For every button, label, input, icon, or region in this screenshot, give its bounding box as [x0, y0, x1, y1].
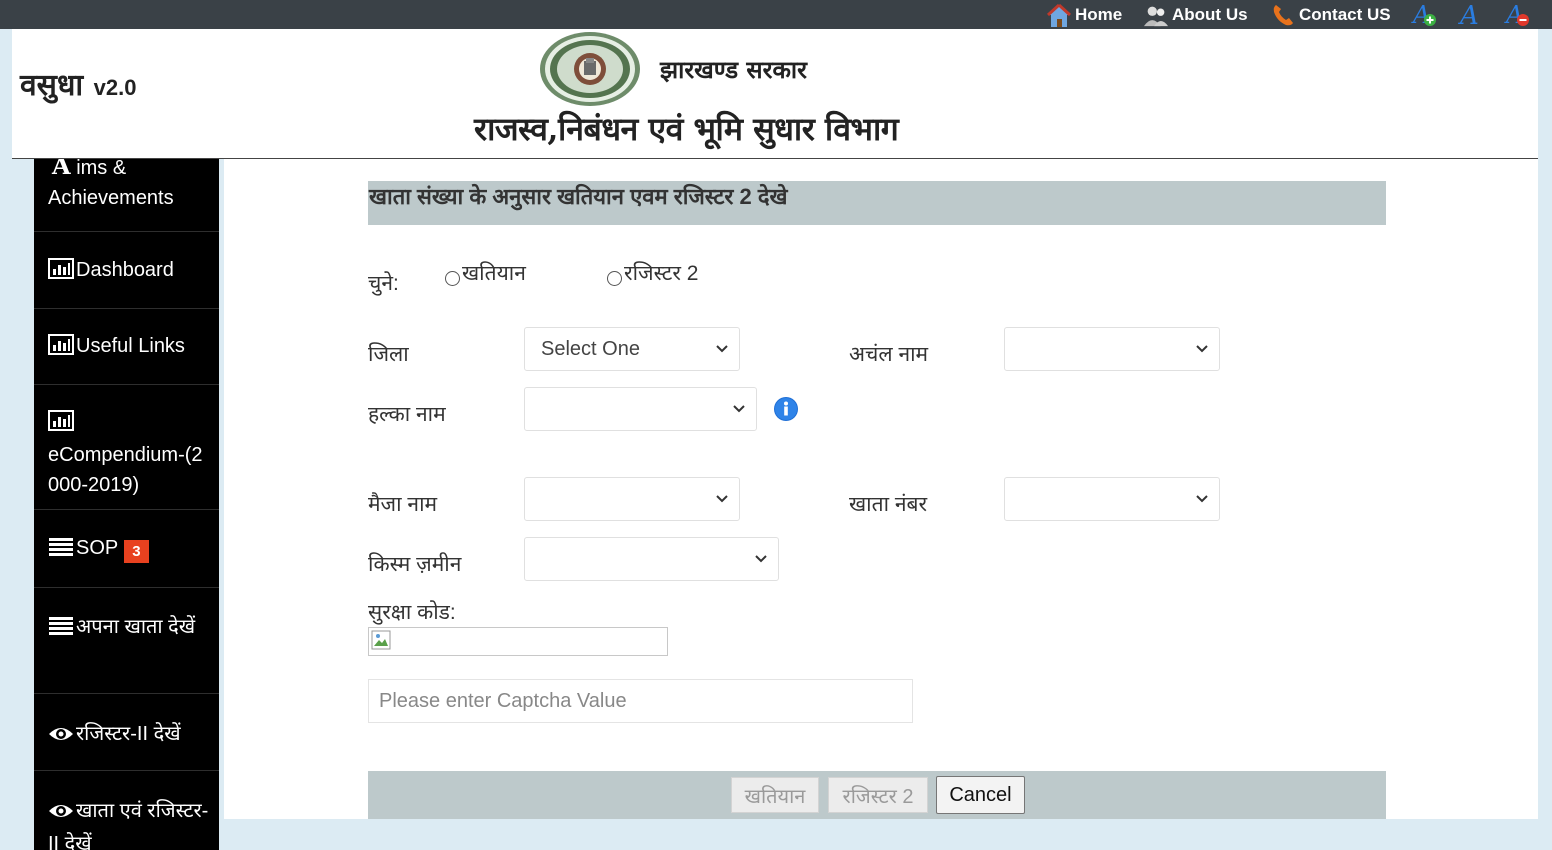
broken-image-icon — [371, 630, 391, 650]
info-icon[interactable] — [773, 396, 799, 422]
sidebar-item-label: Useful Links — [76, 335, 185, 357]
halka-label: हल्का नाम — [368, 403, 446, 426]
sidebar-item-register-2[interactable]: रजिस्टर-II देखें — [34, 694, 219, 771]
chevron-down-icon — [1196, 345, 1208, 353]
district-label: जिला — [368, 343, 409, 366]
sidebar-item-label: Dashboard — [76, 259, 174, 281]
register-2-button[interactable]: रजिस्टर 2 — [828, 777, 928, 813]
sidebar-item-label: रजिस्टर-II देखें — [76, 723, 181, 745]
department-name: राजस्व,निबंधन एवं भूमि सुधार विभाग — [474, 110, 899, 148]
page-title: खाता संख्या के अनुसार खतियान एवम रजिस्टर… — [369, 184, 788, 209]
halka-select[interactable] — [524, 387, 757, 431]
site-header: वसुधा v2.0 झारखण्ड सरकार राजस्व,निबंधन ए… — [12, 29, 1538, 159]
users-icon — [1143, 2, 1169, 28]
list-icon — [48, 615, 74, 645]
action-bar: खतियान रजिस्टर 2 Cancel — [368, 771, 1386, 819]
mauja-select[interactable] — [524, 477, 740, 521]
captcha-image — [368, 627, 668, 656]
jharkhand-emblem-logo — [538, 31, 642, 107]
chart-icon — [48, 334, 74, 361]
sidebar-item-ecompendium[interactable]: eCompendium-(2000-2019) — [34, 385, 219, 510]
about-link[interactable]: About Us — [1143, 0, 1248, 29]
captcha-input[interactable] — [368, 679, 913, 723]
cancel-button[interactable]: Cancel — [936, 776, 1025, 814]
home-label: Home — [1075, 4, 1123, 24]
svg-text:A: A — [1458, 1, 1479, 28]
land-type-select[interactable] — [524, 537, 779, 581]
font-increase-button[interactable]: A — [1410, 0, 1440, 29]
district-selected-value: Select One — [541, 337, 640, 360]
sidebar-item-khata-register-2[interactable]: खाता एवं रजिस्टर-II देखें — [34, 771, 219, 850]
home-icon — [1046, 2, 1072, 28]
chevron-down-icon — [1196, 495, 1208, 503]
radio-register-2-label: रजिस्टर 2 — [624, 262, 699, 285]
font-normal-button[interactable]: A — [1457, 0, 1487, 29]
anchal-label: अचंल नाम — [849, 343, 929, 366]
home-link[interactable]: Home — [1046, 0, 1122, 29]
district-select[interactable]: Select One — [524, 327, 740, 371]
radio-circle[interactable] — [607, 270, 622, 286]
radio-khatiyan-label: खतियान — [462, 262, 526, 285]
font-increase-icon: A — [1411, 1, 1436, 28]
sidebar-item-apna-khata[interactable]: अपना खाता देखें — [34, 588, 219, 694]
mauja-label: मैजा नाम — [368, 493, 438, 516]
radio-circle[interactable] — [445, 270, 460, 286]
sidebar-item-sop[interactable]: SOP 3 — [34, 510, 219, 588]
page-title-bar: खाता संख्या के अनुसार खतियान एवम रजिस्टर… — [368, 181, 1386, 225]
chart-icon — [48, 258, 74, 285]
font-normal-icon: A — [1458, 1, 1479, 28]
chevron-down-icon — [755, 555, 767, 563]
sidebar-item-label: eCompendium-(2000-2019) — [48, 444, 203, 496]
choose-label: चुने: — [368, 272, 399, 295]
chevron-down-icon — [716, 345, 728, 353]
aims-icon: A — [52, 159, 71, 180]
font-decrease-icon: A — [1504, 1, 1529, 28]
sidebar-item-aims[interactable]: A ims & Achievements — [34, 159, 219, 232]
contact-link[interactable]: Contact US — [1270, 0, 1391, 29]
list-icon — [48, 537, 74, 563]
top-nav-bar: Home About Us Contact US A A A — [0, 0, 1552, 29]
font-decrease-button[interactable]: A — [1503, 0, 1533, 29]
sidebar-item-label: SOP — [76, 537, 119, 559]
app-title: वसुधा v2.0 — [20, 63, 136, 104]
radio-register-2[interactable]: रजिस्टर 2 — [607, 259, 698, 287]
sidebar-item-dashboard[interactable]: Dashboard — [34, 232, 219, 309]
chevron-down-icon — [733, 405, 745, 413]
captcha-label: सुरक्षा कोड: — [368, 601, 456, 624]
app-name: वसुधा — [20, 68, 84, 103]
main-content: खाता संख्या के अनुसार खतियान एवम रजिस्टर… — [224, 159, 1538, 819]
eye-icon — [48, 799, 74, 829]
sidebar-item-useful-links[interactable]: Useful Links — [34, 309, 219, 385]
chart-icon — [48, 410, 74, 440]
government-name: झारखण्ड सरकार — [660, 55, 807, 84]
anchal-select[interactable] — [1004, 327, 1220, 371]
khatiyan-button[interactable]: खतियान — [731, 777, 819, 813]
eye-icon — [48, 725, 74, 749]
app-version: v2.0 — [93, 75, 137, 100]
khata-number-select[interactable] — [1004, 477, 1220, 521]
sidebar: A ims & Achievements Dashboard Useful Li… — [34, 159, 219, 850]
about-label: About Us — [1172, 4, 1248, 24]
sidebar-item-label: अपना खाता देखें — [76, 616, 196, 638]
radio-khatiyan[interactable]: खतियान — [445, 259, 526, 287]
contact-label: Contact US — [1299, 4, 1391, 24]
chevron-down-icon — [716, 495, 728, 503]
khata-number-label: खाता नंबर — [849, 493, 928, 516]
sop-count-badge: 3 — [124, 540, 149, 563]
phone-icon — [1270, 2, 1296, 28]
land-type-label: किस्म ज़मीन — [368, 553, 462, 576]
